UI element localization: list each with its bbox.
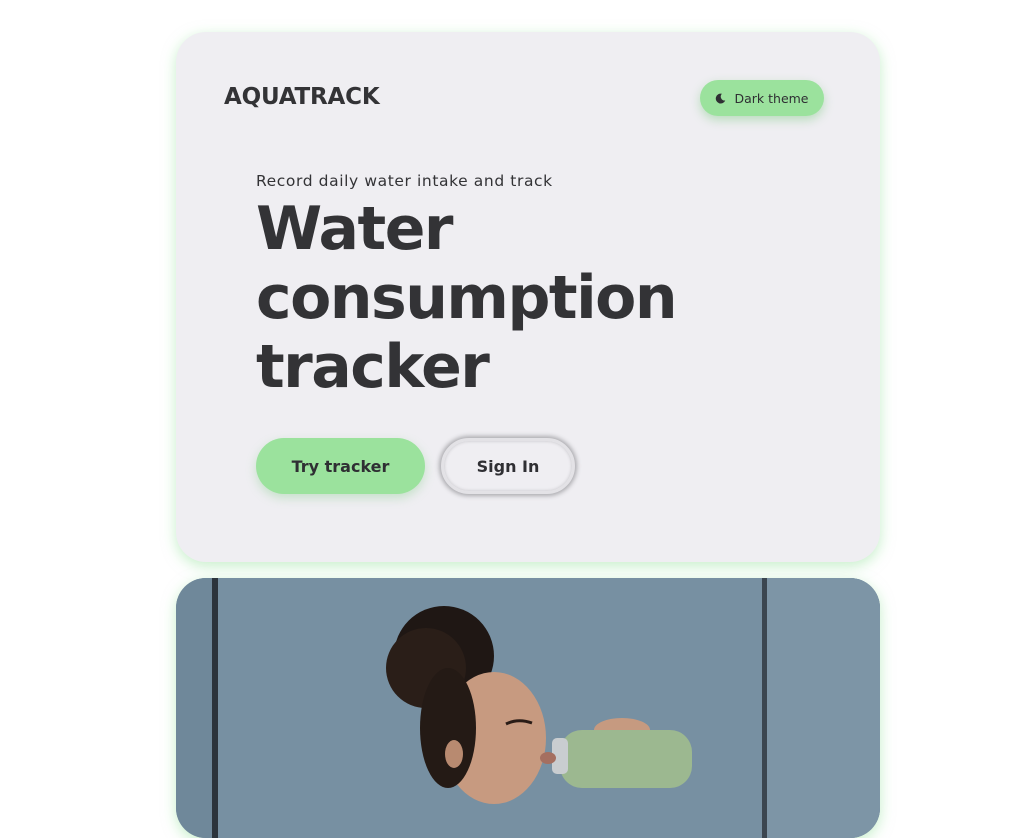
logo[interactable]: AQUATRACK	[224, 84, 380, 110]
title-line-2: consumption	[256, 263, 678, 333]
dark-theme-label: Dark theme	[734, 90, 809, 106]
dark-theme-button[interactable]: Dark theme	[700, 80, 824, 116]
page-title: Water consumption tracker	[256, 194, 678, 402]
hero-card: AQUATRACK Dark theme Record daily water …	[176, 32, 880, 562]
woman-drinking-water-image	[176, 578, 880, 838]
try-tracker-button[interactable]: Try tracker	[256, 438, 425, 494]
hero-image-card	[176, 578, 880, 838]
title-line-3: tracker	[256, 332, 490, 402]
title-line-1: Water	[256, 194, 454, 264]
moon-icon	[716, 93, 726, 103]
sign-in-button[interactable]: Sign In	[441, 438, 575, 494]
hero-subtitle: Record daily water intake and track	[256, 172, 553, 190]
